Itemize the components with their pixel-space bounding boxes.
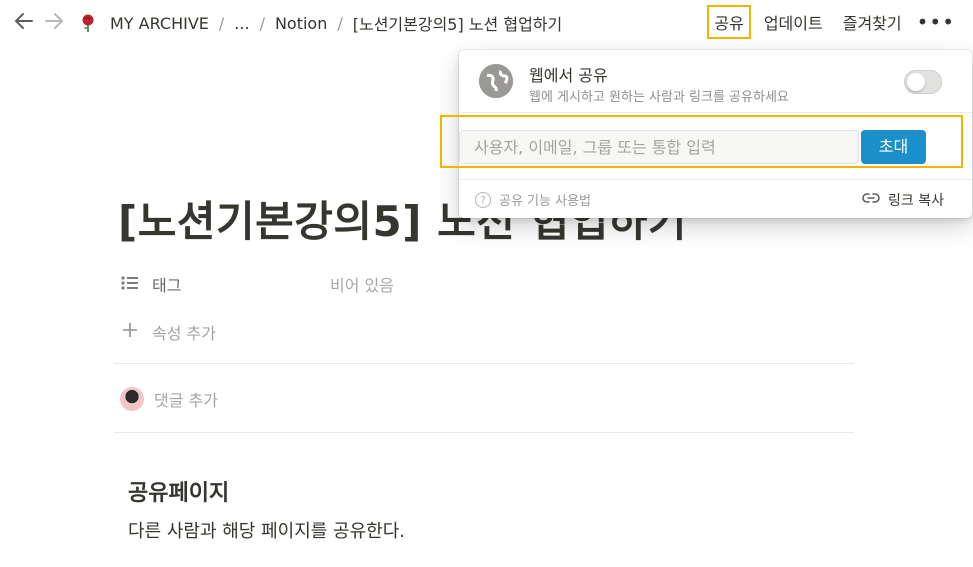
web-share-toggle[interactable] — [904, 70, 942, 94]
invite-input[interactable] — [459, 130, 859, 164]
breadcrumb-workspace[interactable]: MY ARCHIVE — [106, 14, 213, 33]
share-popup: 웹에서 공유 웹에 게시하고 원하는 사람과 링크를 공유하세요 초대 ? 공유… — [440, 50, 972, 218]
web-share-row[interactable]: 웹에서 공유 웹에 게시하고 원하는 사람과 링크를 공유하세요 — [459, 50, 972, 112]
share-help-link[interactable]: ? 공유 기능 사용법 — [475, 190, 591, 209]
paragraph-text[interactable]: 다른 사람과 해당 페이지를 공유한다. — [128, 517, 405, 543]
plus-icon — [120, 322, 140, 342]
list-icon — [120, 275, 140, 294]
copy-link-label: 링크 복사 — [888, 193, 944, 209]
web-share-subtitle: 웹에 게시하고 원하는 사람과 링크를 공유하세요 — [529, 90, 789, 105]
add-comment-row[interactable]: 댓글 추가 — [120, 386, 218, 412]
back-arrow-icon[interactable] — [12, 10, 36, 34]
section-heading[interactable]: 공유페이지 — [128, 475, 229, 507]
add-property-label: 속성 추가 — [152, 324, 216, 343]
breadcrumb-ellipsis[interactable]: ... — [230, 14, 253, 33]
top-bar: MY ARCHIVE / ... / Notion / [노션기본강의5] 노션… — [0, 0, 973, 46]
favorite-button[interactable]: 즐겨찾기 — [838, 7, 907, 37]
avatar — [120, 387, 144, 411]
breadcrumb-separator: / — [337, 13, 343, 33]
popup-divider — [459, 112, 972, 113]
rose-icon — [80, 14, 96, 32]
property-label: 태그 — [152, 276, 182, 295]
forward-arrow-icon[interactable] — [42, 10, 66, 34]
property-row-tag[interactable]: 태그 비어 있음 — [120, 271, 394, 297]
share-button[interactable]: 공유 — [707, 5, 751, 39]
toggle-knob — [907, 73, 925, 91]
globe-icon — [479, 64, 513, 98]
invite-section: 초대 — [440, 115, 963, 168]
link-icon — [862, 192, 880, 208]
breadcrumb-parent[interactable]: Notion — [271, 14, 331, 33]
divider — [114, 432, 854, 433]
invite-button[interactable]: 초대 — [861, 130, 926, 164]
breadcrumb-separator: / — [218, 13, 225, 33]
share-help-label: 공유 기능 사용법 — [499, 194, 591, 209]
breadcrumb-current[interactable]: [노션기본강의5] 노션 협업하기 — [349, 11, 566, 35]
question-icon: ? — [475, 191, 491, 208]
breadcrumb: MY ARCHIVE / ... / Notion / [노션기본강의5] 노션… — [80, 11, 566, 35]
web-share-title: 웹에서 공유 — [529, 66, 608, 85]
copy-link-button[interactable]: 링크 복사 — [862, 190, 944, 210]
add-property-button[interactable]: 속성 추가 — [120, 319, 216, 345]
top-actions: 공유 업데이트 즐겨찾기 ••• — [707, 5, 973, 39]
property-value[interactable]: 비어 있음 — [330, 272, 394, 296]
popup-divider — [459, 179, 972, 180]
breadcrumb-separator: / — [259, 13, 265, 33]
add-comment-label: 댓글 추가 — [154, 391, 218, 410]
divider — [114, 363, 854, 364]
more-options-icon[interactable]: ••• — [917, 10, 955, 34]
updates-button[interactable]: 업데이트 — [759, 7, 828, 37]
